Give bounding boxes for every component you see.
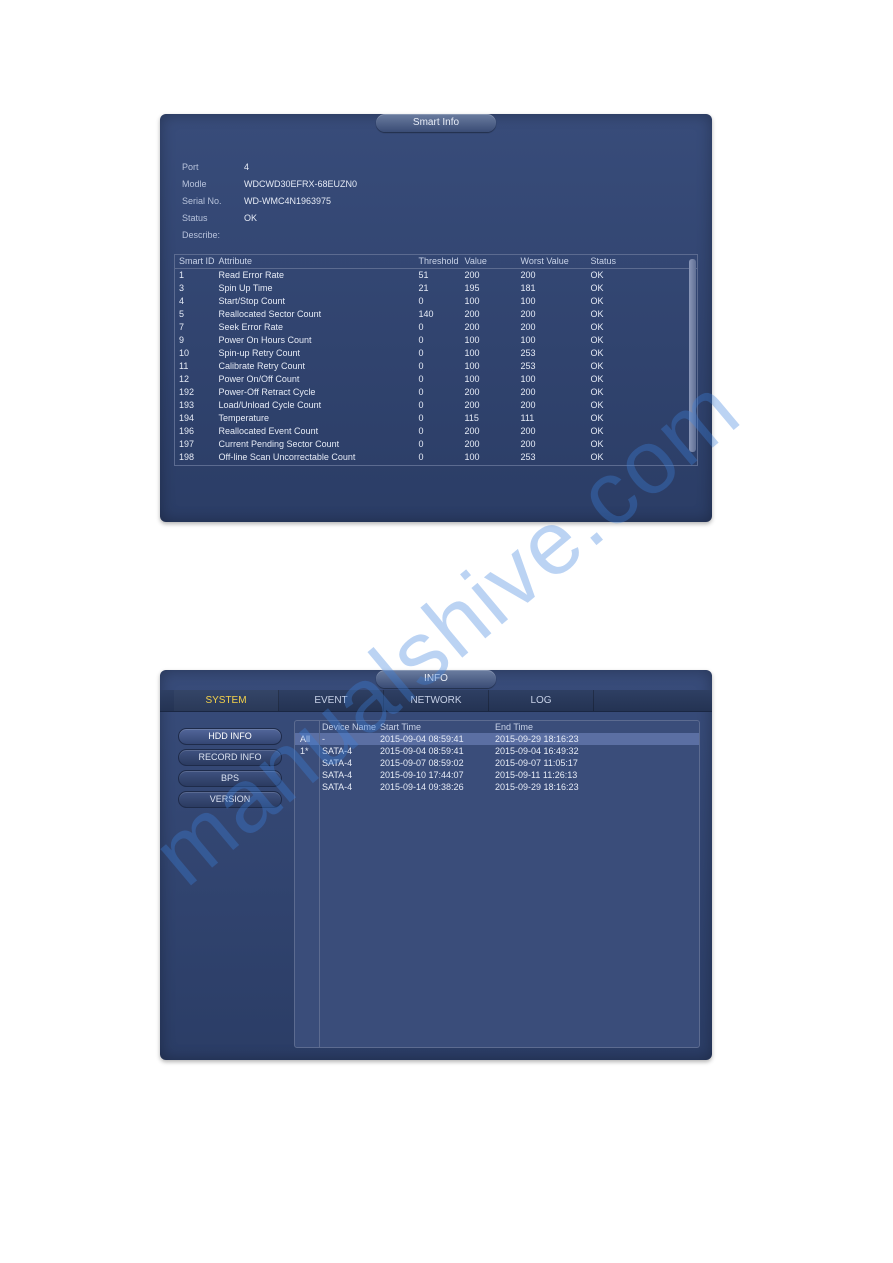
smart-info-dialog: Smart Info Port4 ModleWDCWD30EFRX-68EUZN… bbox=[160, 114, 712, 522]
value-status: OK bbox=[244, 210, 257, 227]
smart-table-container[interactable]: Smart ID Attribute Threshold Value Worst… bbox=[174, 254, 698, 466]
record-table: Device Name Start Time End Time -2015-09… bbox=[320, 721, 699, 1047]
record-info-content: All1* Device Name Start Time End Time -2… bbox=[294, 720, 700, 1048]
smart-table: Smart ID Attribute Threshold Value Worst… bbox=[175, 255, 697, 466]
col-end: End Time bbox=[495, 721, 699, 733]
col-start: Start Time bbox=[380, 721, 495, 733]
record-row[interactable]: -2015-09-04 08:59:412015-09-29 18:16:23 bbox=[320, 733, 699, 745]
smart-row[interactable]: 192Power-Off Retract Cycle0200200OK bbox=[175, 386, 697, 399]
smart-row[interactable]: 194Temperature0115111OK bbox=[175, 412, 697, 425]
smart-row[interactable]: 10Spin-up Retry Count0100253OK bbox=[175, 347, 697, 360]
record-row[interactable]: SATA-42015-09-10 17:44:072015-09-11 11:2… bbox=[320, 769, 699, 781]
smart-row[interactable]: 5Reallocated Sector Count140200200OK bbox=[175, 308, 697, 321]
col-smart-id: Smart ID bbox=[175, 255, 217, 269]
sidebar-record-info[interactable]: RECORD INFO bbox=[178, 749, 282, 766]
col-attribute: Attribute bbox=[217, 255, 417, 269]
smart-row[interactable]: 193Load/Unload Cycle Count0200200OK bbox=[175, 399, 697, 412]
tab-event[interactable]: EVENT bbox=[279, 690, 384, 711]
col-status: Status bbox=[589, 255, 697, 269]
smart-row[interactable]: 199Ultra ATA CRC Error Rate0200200OK bbox=[175, 464, 697, 466]
label-describe: Describe: bbox=[182, 227, 220, 244]
label-serial: Serial No. bbox=[182, 193, 244, 210]
smart-row[interactable]: 12Power On/Off Count0100100OK bbox=[175, 373, 697, 386]
sidebar-hdd-info[interactable]: HDD INFO bbox=[178, 728, 282, 745]
smart-title: Smart Info bbox=[376, 114, 496, 132]
info-title: INFO bbox=[376, 670, 496, 688]
sidebar-version[interactable]: VERSION bbox=[178, 791, 282, 808]
info-sidebar: HDD INFO RECORD INFO BPS VERSION bbox=[172, 720, 282, 1048]
smart-row[interactable]: 3Spin Up Time21195181OK bbox=[175, 282, 697, 295]
tab-system[interactable]: SYSTEM bbox=[174, 690, 279, 711]
label-status: Status bbox=[182, 210, 244, 227]
smart-row[interactable]: 4Start/Stop Count0100100OK bbox=[175, 295, 697, 308]
record-row[interactable]: SATA-42015-09-04 08:59:412015-09-04 16:4… bbox=[320, 745, 699, 757]
record-index[interactable]: All bbox=[295, 733, 319, 745]
record-row[interactable]: SATA-42015-09-07 08:59:022015-09-07 11:0… bbox=[320, 757, 699, 769]
record-row[interactable]: SATA-42015-09-14 09:38:262015-09-29 18:1… bbox=[320, 781, 699, 793]
smart-row[interactable]: 197Current Pending Sector Count0200200OK bbox=[175, 438, 697, 451]
smart-header-block: Port4 ModleWDCWD30EFRX-68EUZN0 Serial No… bbox=[160, 134, 712, 250]
sidebar-bps[interactable]: BPS bbox=[178, 770, 282, 787]
col-device: Device Name bbox=[320, 721, 380, 733]
record-index[interactable]: 1* bbox=[295, 745, 319, 757]
smart-row[interactable]: 7Seek Error Rate0200200OK bbox=[175, 321, 697, 334]
label-port: Port bbox=[182, 159, 244, 176]
value-serial: WD-WMC4N1963975 bbox=[244, 193, 331, 210]
scrollbar-thumb[interactable] bbox=[689, 259, 696, 452]
tab-log[interactable]: LOG bbox=[489, 690, 594, 711]
smart-row[interactable]: 1Read Error Rate51200200OK bbox=[175, 269, 697, 283]
value-model: WDCWD30EFRX-68EUZN0 bbox=[244, 176, 357, 193]
info-dialog: INFO SYSTEMEVENTNETWORKLOG HDD INFO RECOR… bbox=[160, 670, 712, 1060]
tab-network[interactable]: NETWORK bbox=[384, 690, 489, 711]
col-value: Value bbox=[463, 255, 519, 269]
value-port: 4 bbox=[244, 159, 249, 176]
smart-row[interactable]: 11Calibrate Retry Count0100253OK bbox=[175, 360, 697, 373]
smart-row[interactable]: 9Power On Hours Count0100100OK bbox=[175, 334, 697, 347]
col-worst: Worst Value bbox=[519, 255, 589, 269]
smart-row[interactable]: 196Reallocated Event Count0200200OK bbox=[175, 425, 697, 438]
record-index-column: All1* bbox=[295, 721, 320, 1047]
smart-row[interactable]: 198Off-line Scan Uncorrectable Count0100… bbox=[175, 451, 697, 464]
info-tabbar: SYSTEMEVENTNETWORKLOG bbox=[160, 690, 712, 712]
col-threshold: Threshold bbox=[417, 255, 463, 269]
label-model: Modle bbox=[182, 176, 244, 193]
